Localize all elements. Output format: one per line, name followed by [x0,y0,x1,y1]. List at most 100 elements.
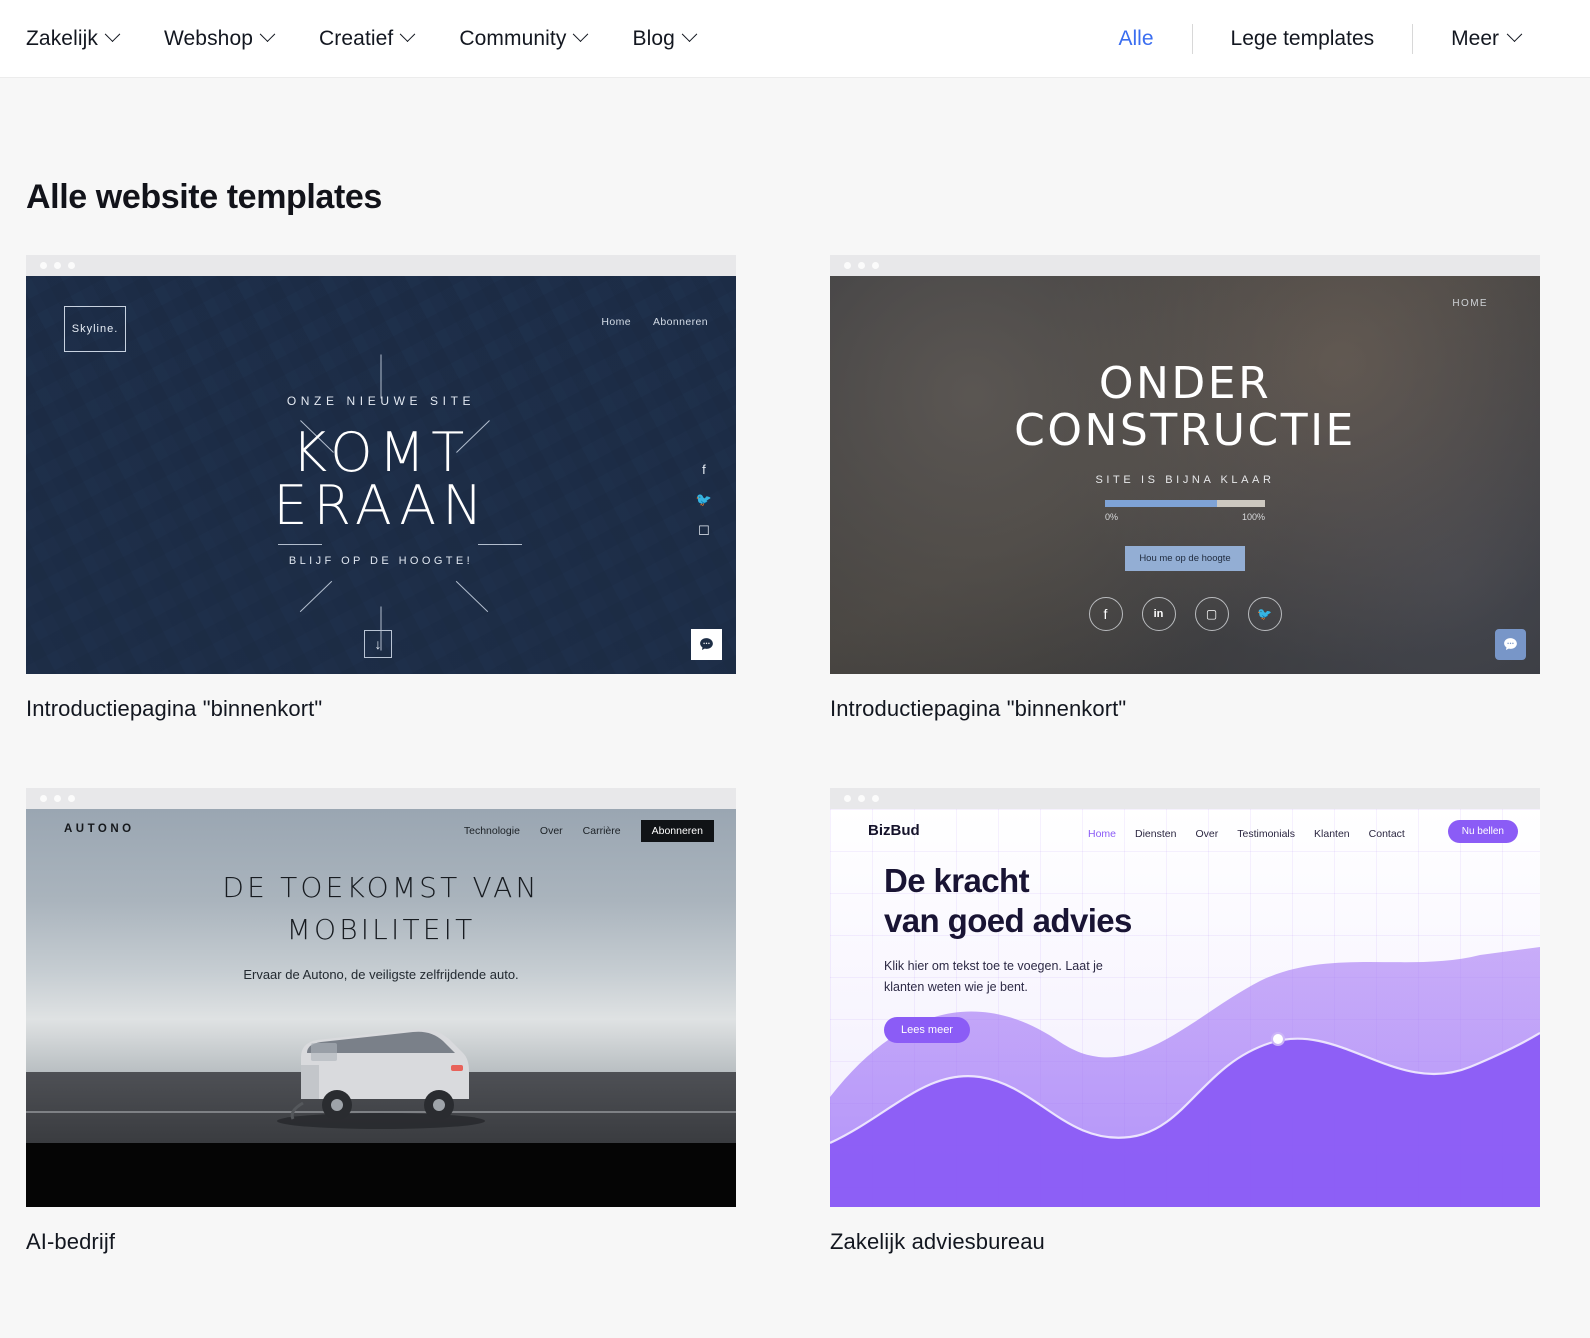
bizbud-read-more-button[interactable]: Lees meer [884,1017,970,1044]
window-dot-icon [54,262,61,269]
progress-min-label: 0% [1105,512,1119,523]
chevron-down-icon [259,26,276,43]
autono-hero: AUTONO Technologie Over Carrière Abonner… [26,809,736,1207]
skyline-kicker: ONZE NIEUWE SITE [286,394,476,408]
bizbud-nav-klanten[interactable]: Klanten [1314,828,1350,840]
filter-all[interactable]: Alle [1081,27,1192,51]
skyline-headline: KOMT ERAAN [26,421,736,538]
arrow-down-icon[interactable]: ↓ [364,630,392,658]
oc-hero-text: ONDER CONSTRUCTIE SITE IS BIJNA KLAAR 0%… [830,360,1540,632]
bizbud-nav-testimonials[interactable]: Testimonials [1237,828,1295,840]
nav-item-label: Blog [632,26,675,50]
progress-bar-fill [1105,500,1217,508]
nav-item-label: Creatief [319,26,394,50]
twitter-icon[interactable]: 🐦 [696,492,712,508]
template-card-autono[interactable]: AUTONO Technologie Over Carrière Abonner… [26,788,736,1255]
nav-item-label: Zakelijk [26,26,98,50]
browser-frame-bar [830,255,1540,276]
nav-item-community[interactable]: Community [459,26,589,51]
oc-social-links: f in ▢ 🐦 [830,597,1540,632]
autono-subscribe-button[interactable]: Abonneren [640,820,714,842]
skyline-nav: Home Abonneren [601,316,708,328]
skyline-social-links: f 🐦 ☐ [696,462,712,539]
filter-blank-templates[interactable]: Lege templates [1193,27,1413,51]
skyline-nav-abonneren[interactable]: Abonneren [653,316,708,328]
oc-nav-home[interactable]: HOME [1452,298,1488,309]
skyline-logo: Skyline. [64,306,126,352]
bizbud-body-line1: Klik hier om tekst toe te voegen. Laat j… [884,958,1103,973]
autonomous-car-illustration [277,1029,485,1130]
autono-hero-text: DE TOEKOMST VAN MOBILITEIT Ervaar de Aut… [26,867,736,982]
skyline-headline-line2: ERAAN [273,474,489,538]
oc-headline-line2: CONSTRUCTIE [1014,405,1356,457]
nav-item-zakelijk[interactable]: Zakelijk [26,26,121,51]
bizbud-nav-over[interactable]: Over [1195,828,1218,840]
browser-frame-bar [26,788,736,809]
top-navigation-bar: Zakelijk Webshop Creatief Community Blog… [0,0,1590,78]
instagram-icon[interactable]: ▢ [1194,597,1229,632]
template-card-onder-constructie[interactable]: HOME ONDER CONSTRUCTIE SITE IS BIJNA KLA… [830,255,1540,722]
template-card-bizbud[interactable]: BizBud Home Diensten Over Testimonials K… [830,788,1540,1255]
skyline-nav-home[interactable]: Home [601,316,631,328]
bizbud-headline: De kracht van goed advies [884,861,1132,942]
template-preview[interactable]: AUTONO Technologie Over Carrière Abonner… [26,809,736,1207]
autono-nav-carriere[interactable]: Carrière [583,825,621,837]
bizbud-nav-contact[interactable]: Contact [1369,828,1405,840]
filter-nav: Alle Lege templates Meer [1081,23,1567,54]
template-caption: Introductiepagina "binnenkort" [26,696,323,721]
bizbud-headline-line2: van goed advies [884,902,1132,940]
template-caption: Introductiepagina "binnenkort" [830,696,1127,721]
filter-more-label: Meer [1451,26,1499,50]
chat-bubble-icon[interactable] [1495,629,1526,660]
facebook-icon[interactable]: f [1088,597,1123,632]
bizbud-nav: Home Diensten Over Testimonials Klanten … [1088,828,1405,840]
linkedin-icon[interactable]: in [1141,597,1176,632]
filter-blank-label: Lege templates [1230,26,1375,50]
chevron-down-icon [400,26,416,43]
page-content: Alle website templates Skyline. Home Abo… [0,178,1590,1255]
autono-nav-over[interactable]: Over [540,825,563,837]
browser-frame-bar [26,255,736,276]
chat-bubble-icon[interactable] [691,629,722,660]
bizbud-hero-text: De kracht van goed advies Klik hier om t… [884,861,1132,1044]
skyline-hero-text: ONZE NIEUWE SITE KOMT ERAAN BLIJF OP DE … [26,394,736,567]
window-dot-icon [40,262,47,269]
window-dot-icon [844,795,851,802]
progress-max-label: 100% [1241,512,1265,523]
bizbud-body-text: Klik hier om tekst toe te voegen. Laat j… [884,956,1132,1000]
window-dot-icon [40,795,47,802]
template-card-skyline[interactable]: Skyline. Home Abonneren ONZE NIEUWE SITE… [26,255,736,722]
bizbud-nav-home[interactable]: Home [1088,828,1116,840]
twitter-icon[interactable]: 🐦 [1247,597,1282,632]
filter-more[interactable]: Meer [1413,26,1558,51]
template-preview[interactable]: BizBud Home Diensten Over Testimonials K… [830,809,1540,1207]
skyline-headline-line1: KOMT [291,421,471,484]
skyline-subtitle: BLIJF OP DE HOOGTE! [288,554,474,567]
nav-item-webshop[interactable]: Webshop [164,26,276,51]
chart-data-point [1271,1032,1285,1046]
bizbud-hero: BizBud Home Diensten Over Testimonials K… [830,809,1540,1207]
autono-headline-line2: MOBILITEIT [286,913,476,946]
template-caption: Zakelijk adviesbureau [830,1229,1045,1254]
bizbud-logo: BizBud [868,822,920,839]
nav-item-creatief[interactable]: Creatief [319,26,416,51]
skyline-hero: Skyline. Home Abonneren ONZE NIEUWE SITE… [26,276,736,674]
bizbud-call-button[interactable]: Nu bellen [1447,820,1518,843]
bizbud-headline-line1: De kracht [884,862,1030,899]
facebook-icon[interactable]: f [702,462,706,477]
oc-subtitle: SITE IS BIJNA KLAAR [1095,474,1275,487]
template-preview[interactable]: HOME ONDER CONSTRUCTIE SITE IS BIJNA KLA… [830,276,1540,674]
bizbud-nav-diensten[interactable]: Diensten [1135,828,1176,840]
window-dot-icon [844,262,851,269]
chevron-down-icon [573,26,589,43]
progress-bar-labels: 0% 100% [1105,512,1265,522]
window-dot-icon [68,262,75,269]
oc-subscribe-button[interactable]: Hou me op de hoogte [1125,546,1245,572]
oc-headline-line1: ONDER [1098,358,1272,409]
window-dot-icon [872,795,879,802]
nav-item-blog[interactable]: Blog [632,26,698,51]
template-preview[interactable]: Skyline. Home Abonneren ONZE NIEUWE SITE… [26,276,736,674]
oc-headline: ONDER CONSTRUCTIE [830,360,1540,454]
autono-nav-technologie[interactable]: Technologie [464,825,520,837]
instagram-icon[interactable]: ☐ [698,523,710,539]
